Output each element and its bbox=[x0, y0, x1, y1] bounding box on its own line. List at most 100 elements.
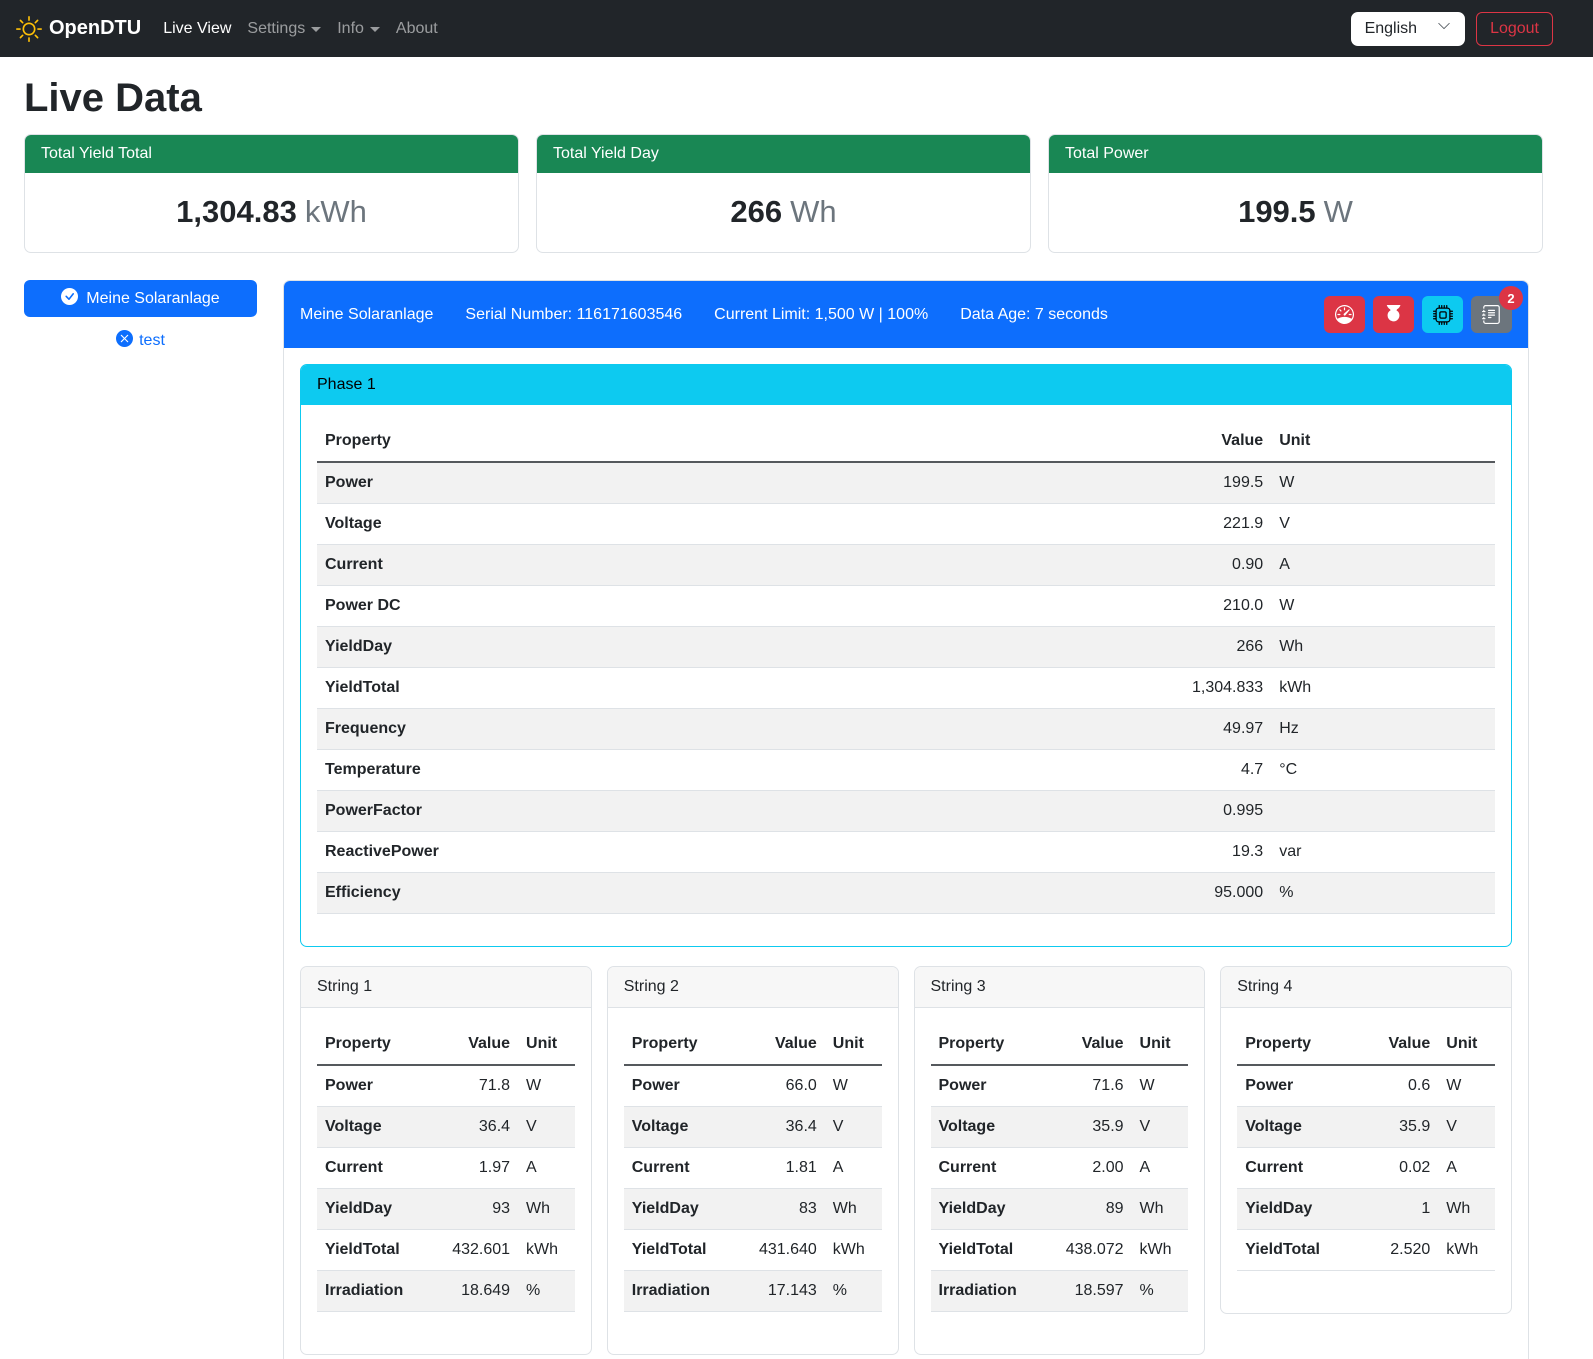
column-header-unit: Unit bbox=[518, 1024, 575, 1065]
string-card-body: Property Value Unit Power71.8WVoltage36.… bbox=[301, 1008, 591, 1354]
table-row: Irradiation17.143% bbox=[624, 1271, 882, 1312]
value-cell: 1,304.833 bbox=[1106, 668, 1271, 709]
chevron-down-icon bbox=[1437, 19, 1451, 38]
value-cell: 0.02 bbox=[1353, 1148, 1438, 1189]
unit-cell: W bbox=[518, 1065, 575, 1107]
string-table: Property Value Unit Power71.8WVoltage36.… bbox=[317, 1024, 575, 1312]
table-row: YieldTotal2.520kWh bbox=[1237, 1230, 1495, 1271]
column-header-value: Value bbox=[1353, 1024, 1438, 1065]
table-header-row: Property Value Unit bbox=[931, 1024, 1189, 1065]
brand[interactable]: OpenDTU bbox=[16, 16, 141, 42]
column-header-property: Property bbox=[317, 1024, 433, 1065]
table-row: Voltage221.9V bbox=[317, 504, 1495, 545]
value-cell: 95.000 bbox=[1106, 873, 1271, 914]
column-header-unit: Unit bbox=[1271, 421, 1495, 462]
table-row: Current1.97A bbox=[317, 1148, 575, 1189]
property-cell: Frequency bbox=[317, 709, 1106, 750]
property-cell: Current bbox=[317, 1148, 433, 1189]
language-select[interactable]: English bbox=[1351, 12, 1465, 46]
string-card-body: Property Value Unit Power71.6WVoltage35.… bbox=[915, 1008, 1205, 1354]
table-header-row: Property Value Unit bbox=[624, 1024, 882, 1065]
inverter-card: Meine Solaranlage Serial Number: 1161716… bbox=[283, 280, 1529, 1359]
property-cell: YieldTotal bbox=[317, 1230, 433, 1271]
nav-item-live-view[interactable]: Live View bbox=[163, 20, 231, 38]
inverter-limit: Current Limit: 1,500 W | 100% bbox=[714, 303, 928, 327]
phase-table: Property Value Unit Power199.5WVoltage22… bbox=[317, 421, 1495, 914]
property-cell: YieldDay bbox=[1237, 1189, 1353, 1230]
card-unit: W bbox=[1324, 194, 1353, 229]
string-card-title: String 2 bbox=[608, 967, 898, 1008]
table-row: Voltage36.4V bbox=[317, 1107, 575, 1148]
limit-settings-button[interactable] bbox=[1324, 296, 1365, 333]
table-row: Irradiation18.597% bbox=[931, 1271, 1189, 1312]
column-header-property: Property bbox=[1237, 1024, 1353, 1065]
value-cell: 266 bbox=[1106, 627, 1271, 668]
table-row: Temperature4.7°C bbox=[317, 750, 1495, 791]
table-row: PowerFactor0.995 bbox=[317, 791, 1495, 832]
column-header-unit: Unit bbox=[825, 1024, 882, 1065]
table-row: Power71.8W bbox=[317, 1065, 575, 1107]
property-cell: Current bbox=[931, 1148, 1047, 1189]
inverter-button-selected[interactable]: Meine Solaranlage bbox=[24, 280, 257, 317]
value-cell: 18.597 bbox=[1046, 1271, 1131, 1312]
value-cell: 0.90 bbox=[1106, 545, 1271, 586]
nav-item-label: Info bbox=[337, 20, 364, 38]
property-cell: Voltage bbox=[317, 504, 1106, 545]
dropdown-caret-icon bbox=[311, 27, 321, 32]
property-cell: Current bbox=[317, 545, 1106, 586]
inverter-button-test[interactable]: test bbox=[24, 330, 257, 352]
column-header-value: Value bbox=[740, 1024, 825, 1065]
table-row: YieldDay1Wh bbox=[1237, 1189, 1495, 1230]
table-header-row: Property Value Unit bbox=[317, 1024, 575, 1065]
property-cell: YieldTotal bbox=[317, 668, 1106, 709]
device-info-button[interactable] bbox=[1422, 296, 1463, 333]
card-unit: Wh bbox=[790, 194, 837, 229]
table-row: YieldDay89Wh bbox=[931, 1189, 1189, 1230]
column-header-unit: Unit bbox=[1438, 1024, 1495, 1065]
property-cell: Irradiation bbox=[624, 1271, 740, 1312]
nav-item-settings[interactable]: Settings bbox=[247, 20, 321, 38]
unit-cell: kWh bbox=[825, 1230, 882, 1271]
value-cell: 0.6 bbox=[1353, 1065, 1438, 1107]
property-cell: Power bbox=[317, 1065, 433, 1107]
property-cell: Voltage bbox=[931, 1107, 1047, 1148]
logout-button[interactable]: Logout bbox=[1476, 12, 1553, 46]
nav-item-label: Settings bbox=[247, 20, 305, 38]
power-settings-button[interactable] bbox=[1373, 296, 1414, 333]
unit-cell: % bbox=[825, 1271, 882, 1312]
inverter-name: Meine Solaranlage bbox=[300, 303, 433, 327]
string-2-card: String 2 Property Value Unit bbox=[607, 966, 899, 1355]
event-log-button[interactable]: 2 bbox=[1471, 296, 1512, 333]
property-cell: Current bbox=[624, 1148, 740, 1189]
value-cell: 199.5 bbox=[1106, 462, 1271, 504]
navbar: OpenDTU Live View Settings Info About En… bbox=[0, 0, 1593, 57]
card-body: 199.5W bbox=[1049, 173, 1542, 252]
string-3-card: String 3 Property Value Unit bbox=[914, 966, 1206, 1355]
property-cell: PowerFactor bbox=[317, 791, 1106, 832]
string-table: Property Value Unit Power66.0WVoltage36.… bbox=[624, 1024, 882, 1312]
inverter-action-buttons: 2 bbox=[1324, 296, 1512, 333]
value-cell: 1 bbox=[1353, 1189, 1438, 1230]
table-row: Current0.02A bbox=[1237, 1148, 1495, 1189]
value-cell: 1.81 bbox=[740, 1148, 825, 1189]
property-cell: Voltage bbox=[624, 1107, 740, 1148]
value-cell: 18.649 bbox=[433, 1271, 518, 1312]
table-row: Power DC210.0W bbox=[317, 586, 1495, 627]
property-cell: Current bbox=[1237, 1148, 1353, 1189]
value-cell: 4.7 bbox=[1106, 750, 1271, 791]
total-yield-total-card: Total Yield Total 1,304.83kWh bbox=[24, 134, 519, 253]
table-row: Power199.5W bbox=[317, 462, 1495, 504]
unit-cell: % bbox=[1132, 1271, 1189, 1312]
value-cell: 2.520 bbox=[1353, 1230, 1438, 1271]
property-cell: YieldTotal bbox=[1237, 1230, 1353, 1271]
nav-item-info[interactable]: Info bbox=[337, 20, 380, 38]
nav-item-about[interactable]: About bbox=[396, 20, 438, 38]
column-header-value: Value bbox=[1106, 421, 1271, 462]
table-row: Power0.6W bbox=[1237, 1065, 1495, 1107]
value-cell: 19.3 bbox=[1106, 832, 1271, 873]
table-row: Current1.81A bbox=[624, 1148, 882, 1189]
string-card-body: Property Value Unit Power66.0WVoltage36.… bbox=[608, 1008, 898, 1354]
table-row: Efficiency95.000% bbox=[317, 873, 1495, 914]
value-cell: 17.143 bbox=[740, 1271, 825, 1312]
value-cell: 1.97 bbox=[433, 1148, 518, 1189]
